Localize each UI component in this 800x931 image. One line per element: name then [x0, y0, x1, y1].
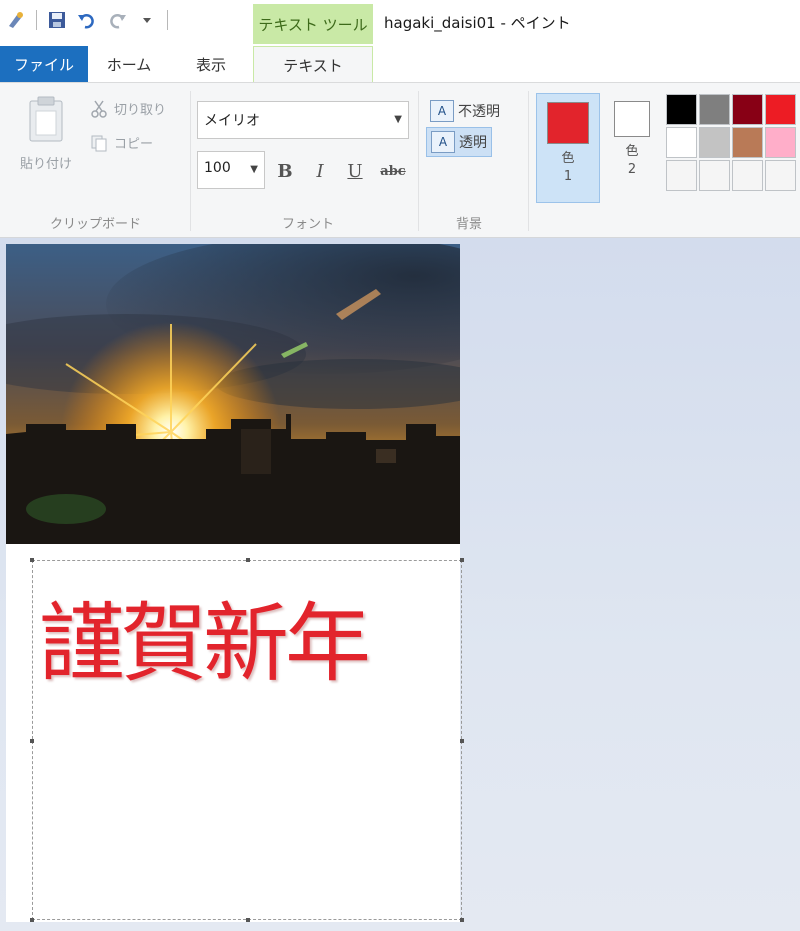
window-title: hagaki_daisi01 - ペイント: [384, 14, 571, 32]
palette-swatch[interactable]: [732, 94, 763, 125]
cut-button[interactable]: 切り取り: [90, 99, 166, 118]
color2-button[interactable]: 色 2: [610, 93, 654, 203]
palette-swatch[interactable]: [732, 127, 763, 158]
tab-view[interactable]: 表示: [170, 46, 252, 82]
resize-handle[interactable]: [30, 739, 34, 743]
color1-button[interactable]: 色 1: [536, 93, 600, 203]
palette-swatch[interactable]: [765, 94, 796, 125]
redo-icon[interactable]: [107, 10, 127, 30]
opaque-label: 不透明: [458, 104, 500, 120]
color1-swatch: [547, 102, 589, 144]
palette-swatch[interactable]: [666, 94, 697, 125]
palette-swatch[interactable]: [732, 160, 763, 191]
palette-swatch[interactable]: [765, 160, 796, 191]
resize-handle[interactable]: [246, 918, 250, 922]
resize-handle[interactable]: [246, 558, 250, 562]
transparent-option[interactable]: A 透明: [426, 127, 492, 157]
drawing-canvas[interactable]: 謹賀新年: [6, 244, 464, 922]
palette-swatch[interactable]: [666, 127, 697, 158]
paste-button[interactable]: 貼り付け: [12, 95, 80, 172]
strikethrough-button[interactable]: abc: [378, 157, 408, 185]
save-icon[interactable]: [47, 10, 67, 30]
customize-dropdown-icon[interactable]: [137, 10, 157, 30]
resize-handle[interactable]: [30, 558, 34, 562]
palette-swatch[interactable]: [699, 160, 730, 191]
color2-label: 色: [625, 144, 639, 159]
group-divider: [418, 91, 419, 231]
ribbon-panel: 貼り付け 切り取り コピー クリップボード メイリオ ▼ 100 ▼ B I U…: [0, 82, 800, 238]
chevron-down-icon: ▼: [394, 114, 402, 125]
color2-number: 2: [627, 162, 637, 177]
canvas-workspace: 謹賀新年: [0, 238, 800, 931]
palette-swatch[interactable]: [666, 160, 697, 191]
font-size-value: 100: [204, 160, 231, 176]
opaque-text-icon: A: [430, 100, 454, 122]
greeting-text[interactable]: 謹賀新年: [39, 601, 371, 687]
transparent-label: 透明: [459, 135, 487, 151]
chevron-down-icon: ▼: [250, 164, 258, 175]
copy-label: コピー: [114, 137, 154, 152]
group-divider: [190, 91, 191, 231]
title-bar: テキスト ツール hagaki_daisi01 - ペイント: [0, 0, 800, 46]
bold-button[interactable]: B: [270, 157, 300, 185]
copy-button[interactable]: コピー: [90, 133, 153, 152]
text-box[interactable]: 謹賀新年: [30, 558, 464, 922]
color2-swatch: [614, 101, 650, 137]
tab-home[interactable]: ホーム: [88, 46, 170, 82]
separator: [167, 10, 168, 30]
sunrise-photo: [6, 244, 460, 544]
underline-button[interactable]: U: [340, 157, 370, 185]
cut-label: 切り取り: [114, 103, 167, 118]
italic-button[interactable]: I: [305, 157, 335, 185]
group-divider: [528, 91, 529, 231]
separator: [36, 10, 37, 30]
palette-swatch[interactable]: [699, 127, 730, 158]
resize-handle[interactable]: [460, 739, 464, 743]
resize-handle[interactable]: [460, 918, 464, 922]
resize-handle[interactable]: [30, 918, 34, 922]
color1-number: 1: [563, 169, 573, 184]
font-family-value: メイリオ: [204, 113, 260, 129]
paint-app-icon[interactable]: [6, 10, 26, 30]
font-size-select[interactable]: 100 ▼: [197, 151, 265, 189]
color1-label: 色: [561, 151, 575, 166]
clipboard-group-label: クリップボード: [50, 217, 142, 232]
text-tools-context-label: テキスト ツール: [253, 4, 373, 44]
ribbon-tabs: ファイル ホーム 表示 テキスト: [0, 46, 800, 84]
resize-handle[interactable]: [460, 558, 464, 562]
palette-swatch[interactable]: [699, 94, 730, 125]
scissors-icon: [91, 100, 107, 118]
tab-text[interactable]: テキスト: [253, 46, 373, 84]
transparent-text-icon: A: [431, 131, 455, 153]
opaque-option[interactable]: A 不透明: [426, 97, 504, 125]
background-group-label: 背景: [456, 217, 483, 232]
clipboard-icon: [29, 96, 63, 142]
copy-icon: [91, 135, 107, 151]
color-palette: [665, 93, 797, 192]
paste-label: 貼り付け: [19, 157, 72, 172]
font-group-label: フォント: [282, 217, 335, 232]
font-family-select[interactable]: メイリオ ▼: [197, 101, 409, 139]
tab-file[interactable]: ファイル: [0, 46, 88, 82]
palette-swatch[interactable]: [765, 127, 796, 158]
undo-icon[interactable]: [77, 10, 97, 30]
quick-access-toolbar: [6, 10, 168, 30]
